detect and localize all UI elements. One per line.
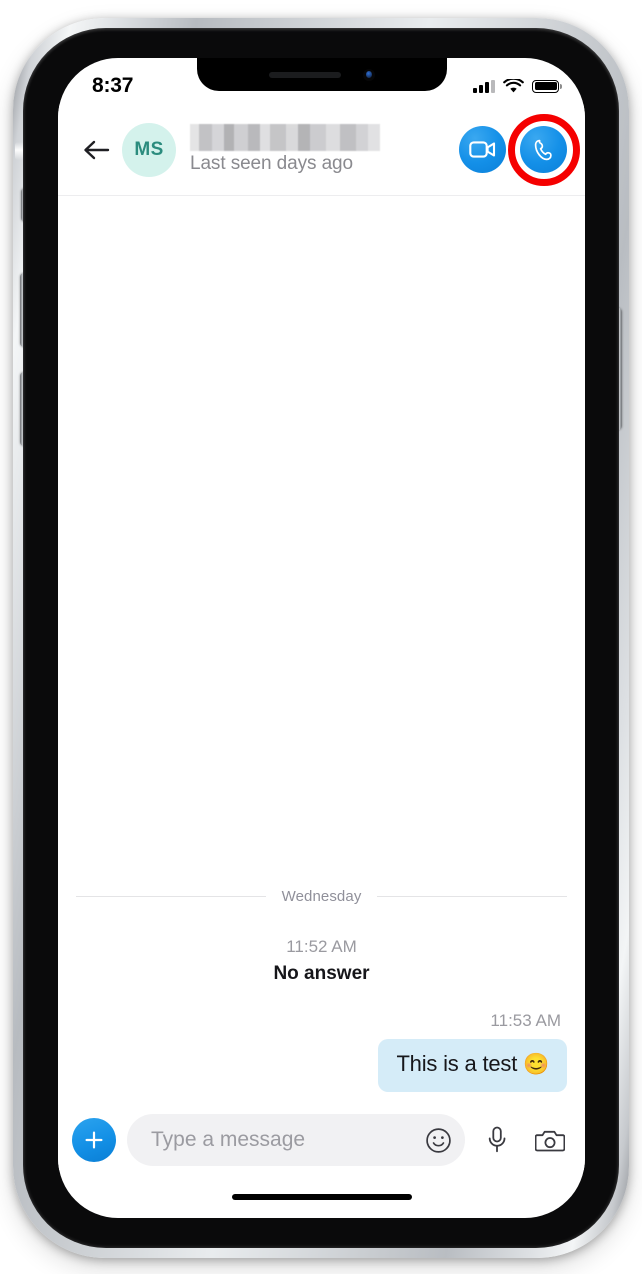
device-notch	[196, 58, 447, 91]
video-call-button[interactable]	[459, 126, 506, 173]
screenshot-canvas: 8:37 MS Last seen days ago Wednesday 11:…	[0, 0, 642, 1274]
avatar[interactable]: MS	[122, 122, 176, 177]
header-contact-info[interactable]: Last seen days ago	[190, 124, 459, 175]
camera-button[interactable]	[529, 1119, 571, 1161]
message-input[interactable]	[151, 1128, 417, 1152]
microphone-icon	[488, 1126, 506, 1153]
message-bubble[interactable]: This is a test 😊	[378, 1039, 567, 1092]
contact-name-redacted	[190, 124, 380, 151]
back-button[interactable]	[74, 127, 120, 173]
battery-full-icon	[532, 79, 562, 93]
call-event-text: No answer	[273, 963, 370, 985]
earpiece-speaker-icon	[268, 71, 341, 78]
header-actions	[459, 113, 580, 186]
divider-rule-left	[76, 896, 266, 898]
back-arrow-icon	[84, 140, 110, 159]
message-row-outgoing: 11:53 AM This is a test 😊	[76, 1011, 567, 1092]
camera-icon	[535, 1130, 565, 1151]
message-composer	[58, 1110, 585, 1170]
add-attachment-button[interactable]	[72, 1118, 116, 1162]
status-bar-indicators	[473, 78, 562, 94]
message-input-container[interactable]	[127, 1114, 465, 1166]
phone-screen: 8:37 MS Last seen days ago Wednesday 11:…	[58, 58, 585, 1218]
plus-icon	[85, 1131, 103, 1149]
message-timestamp: 11:53 AM	[490, 1011, 561, 1031]
wifi-icon	[503, 78, 524, 92]
day-divider: Wednesday	[76, 888, 567, 905]
front-camera-icon	[362, 68, 375, 81]
smiley-face-icon	[425, 1127, 451, 1153]
phone-handset-icon	[534, 139, 552, 160]
cellular-signal-icon	[473, 79, 495, 93]
call-event-time: 11:52 AM	[286, 937, 357, 957]
chat-header: MS Last seen days ago	[58, 104, 585, 196]
audio-call-button[interactable]	[507, 113, 580, 186]
emoji-picker-button[interactable]	[417, 1119, 459, 1161]
message-text: This is a test	[396, 1051, 524, 1077]
video-camera-icon	[469, 141, 496, 158]
avatar-initials: MS	[134, 138, 164, 160]
status-bar-clock: 8:37	[92, 73, 134, 97]
message-emoji: 😊	[523, 1053, 549, 1077]
conversation-body[interactable]: Wednesday 11:52 AM No answer 11:53 AM Th…	[58, 197, 585, 1110]
home-indicator[interactable]	[231, 1194, 412, 1200]
voice-message-button[interactable]	[476, 1119, 518, 1161]
contact-status: Last seen days ago	[190, 153, 353, 174]
divider-rule-right	[377, 896, 567, 898]
call-event: 11:52 AM No answer	[76, 937, 567, 985]
day-divider-label: Wednesday	[281, 888, 362, 906]
